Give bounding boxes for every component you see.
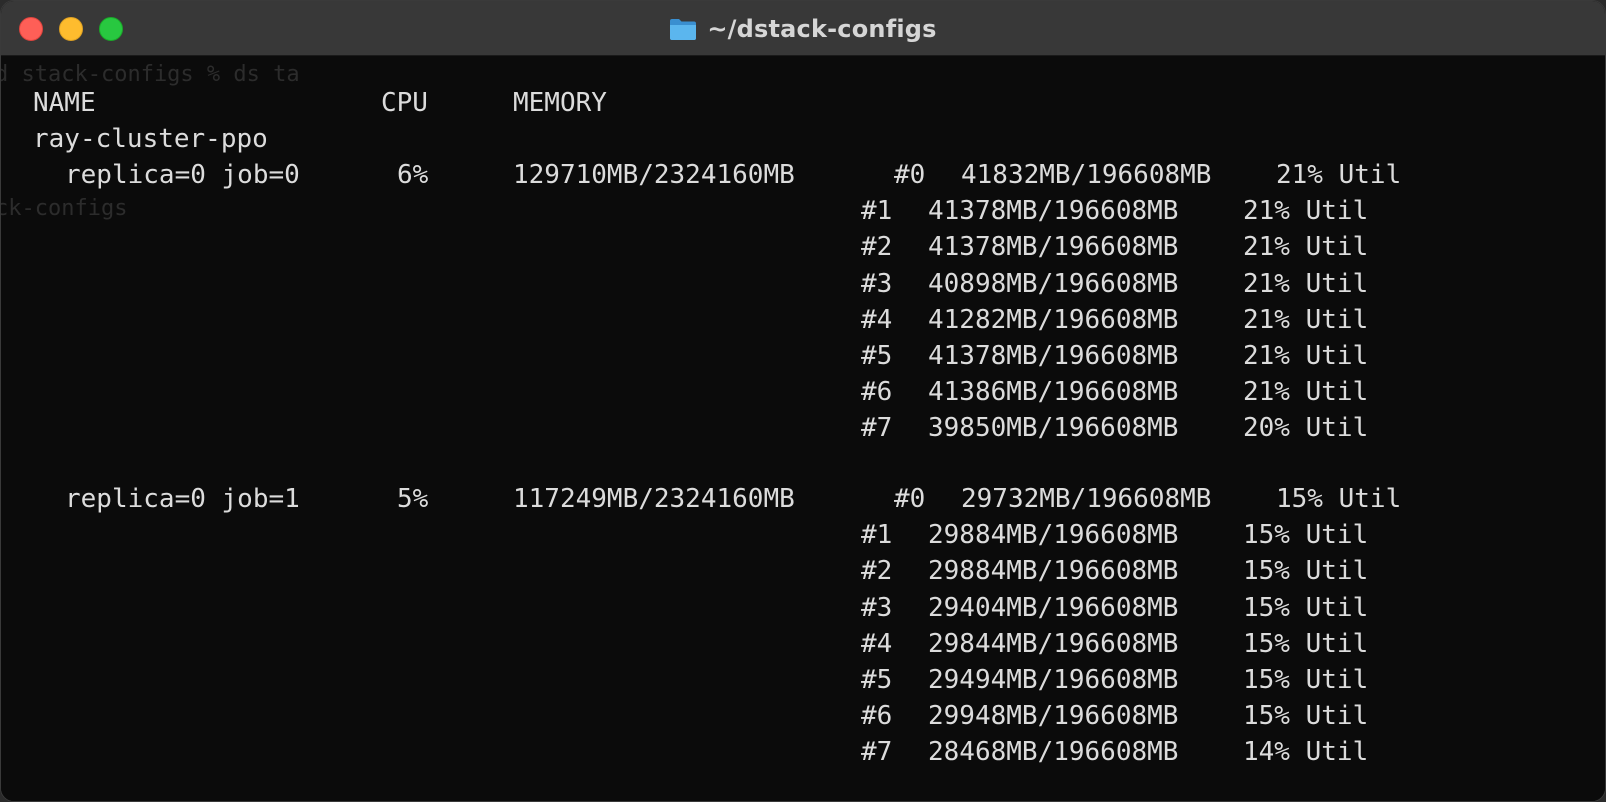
gpu-memory: 41378MB/196608MB — [928, 232, 1179, 263]
gpu-util: 20% Util — [1243, 413, 1369, 444]
gpu-memory: 41386MB/196608MB — [928, 377, 1179, 408]
gpu-id: #1 — [861, 196, 893, 227]
table-header: NAME CPU MEMORY — [1, 85, 607, 121]
window-title-area: ~/dstack-configs — [1, 1, 1605, 56]
gpu-util: 21% Util — [1276, 160, 1402, 190]
gpu-memory: 29844MB/196608MB — [928, 628, 1179, 659]
gpu-util: 21% Util — [1243, 341, 1369, 371]
gpu-memory: 41832MB/196608MB — [961, 160, 1212, 190]
gpu-id: #1 — [861, 520, 893, 551]
gpu-util: 15% Util — [1243, 592, 1369, 623]
gpu-util: 21% Util — [1243, 377, 1369, 408]
gpu-id: #7 — [861, 737, 893, 768]
gpu-id: #4 — [861, 304, 893, 335]
gpu-id: #7 — [861, 413, 893, 444]
gpu-id: #5 — [861, 665, 893, 695]
gpu-memory: 29732MB/196608MB — [961, 484, 1212, 514]
gpu-util: 21% Util — [1243, 304, 1369, 335]
gpu-memory: 29404MB/196608MB — [928, 592, 1179, 623]
gpu-id: #0 — [894, 160, 926, 190]
job-cpu: 6% — [397, 160, 429, 190]
job-name: replica=0 job=1 — [65, 484, 300, 514]
gpu-id: #5 — [861, 341, 893, 371]
gpu-util: 15% Util — [1243, 628, 1369, 659]
window-title: ~/dstack-configs — [707, 14, 937, 43]
gpu-memory: 29494MB/196608MB — [928, 665, 1179, 695]
gpu-util: 14% Util — [1243, 737, 1369, 768]
job-memory: 117249MB/2324160MB — [513, 484, 795, 514]
folder-icon — [670, 18, 697, 40]
gpu-id: #3 — [861, 592, 893, 623]
gpu-memory: 29884MB/196608MB — [928, 520, 1179, 551]
gpu-util: 21% Util — [1243, 196, 1369, 227]
gpu-id: #0 — [894, 484, 926, 514]
ghost-text-line: d stack-configs % ds ta — [0, 62, 300, 87]
gpu-memory: 41378MB/196608MB — [928, 196, 1179, 227]
gpu-memory: 29948MB/196608MB — [928, 701, 1179, 732]
gpu-util: 21% Util — [1243, 268, 1369, 299]
gpu-util: 15% Util — [1243, 556, 1369, 587]
gpu-id: #6 — [861, 377, 893, 408]
gpu-util: 15% Util — [1243, 520, 1369, 551]
gpu-id: #4 — [861, 628, 893, 659]
gpu-util: 21% Util — [1243, 232, 1369, 263]
gpu-id: #3 — [861, 268, 893, 299]
gpu-id: #6 — [861, 701, 893, 732]
gpu-util: 15% Util — [1243, 665, 1369, 695]
job-name: replica=0 job=0 — [65, 160, 300, 190]
gpu-util: 15% Util — [1243, 701, 1369, 732]
title-bar[interactable]: ~/dstack-configs — [1, 1, 1605, 56]
gpu-memory: 41282MB/196608MB — [928, 304, 1179, 335]
gpu-memory: 28468MB/196608MB — [928, 737, 1179, 768]
gpu-memory: 40898MB/196608MB — [928, 268, 1179, 299]
job-cpu: 5% — [397, 484, 429, 514]
column-header-name: NAME — [33, 88, 96, 118]
gpu-memory: 29884MB/196608MB — [928, 556, 1179, 587]
gpu-id: #2 — [861, 556, 893, 587]
run-name-row: ray-cluster-ppo — [1, 121, 268, 157]
gpu-id: #2 — [861, 232, 893, 263]
gpu-memory: 41378MB/196608MB — [928, 341, 1179, 371]
gpu-memory: 39850MB/196608MB — [928, 413, 1179, 444]
job-memory: 129710MB/2324160MB — [513, 160, 795, 190]
column-header-cpu: CPU — [381, 88, 428, 118]
gpu-util: 15% Util — [1276, 484, 1402, 514]
run-name: ray-cluster-ppo — [33, 124, 268, 154]
terminal-output[interactable]: d stack-configs % ds ta ck-configs NAME … — [0, 57, 1605, 801]
terminal-window: ~/dstack-configs d stack-configs % ds ta… — [0, 0, 1606, 802]
column-header-memory: MEMORY — [513, 88, 607, 118]
